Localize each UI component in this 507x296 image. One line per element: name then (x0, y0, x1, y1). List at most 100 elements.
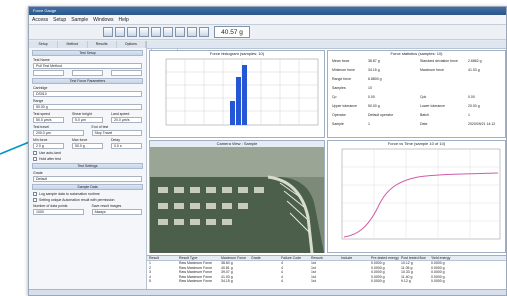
stat-value: 41.03 g (468, 68, 480, 72)
histogram-panel: Force histogram (samples: 10) (149, 50, 325, 138)
stat-label: Cpk (420, 95, 427, 99)
section-test-force[interactable]: Test Force Parameters (32, 78, 143, 84)
column-header[interactable]: Post tested flow (399, 256, 429, 260)
table-cell: 34.15 g (221, 279, 233, 283)
stat-label: Maximum force (420, 68, 444, 72)
column-header[interactable]: Include (339, 256, 369, 260)
menu-windows[interactable]: Windows (93, 15, 113, 25)
max-force-label: Max force (72, 138, 88, 142)
stat-label: Sample (332, 122, 344, 126)
section-test-settings[interactable]: Test Settings (32, 163, 143, 169)
menu-help[interactable]: Help (118, 15, 128, 25)
table-cell: 0.0000 g (431, 279, 445, 283)
tab-setup[interactable]: Setup (29, 41, 59, 48)
stat-label: Minimum force (332, 68, 355, 72)
status-bar (29, 289, 506, 295)
table-cell: 1st (311, 279, 316, 283)
table-icon[interactable] (163, 27, 173, 37)
table-cell (339, 279, 369, 284)
checkbox-box (33, 157, 37, 161)
column-header[interactable]: Pre-tested energy (369, 256, 399, 260)
section-test-setup[interactable]: Test Setup (32, 50, 143, 56)
delete-button[interactable] (111, 70, 142, 76)
stat-label: Samples (332, 86, 346, 90)
column-header[interactable]: Result Type (177, 256, 219, 260)
print-icon[interactable] (139, 27, 149, 37)
land-speed-label: Land speed (111, 112, 130, 116)
tab-method[interactable]: Method (58, 41, 88, 48)
column-header[interactable]: Maximum Force (219, 256, 249, 260)
table-row[interactable]: 5 Raw Maximum Force 34.15 g 4 1st 0.0000 g 9.1… (147, 279, 506, 284)
camera-icon[interactable] (175, 27, 185, 37)
histogram-bar (242, 65, 247, 125)
stat-value: 6.8800 g (368, 77, 382, 81)
table-cell: 9.12 g (401, 279, 411, 283)
stat-label: Batch (420, 113, 429, 117)
tab-results[interactable]: Results (88, 41, 117, 48)
column-header[interactable]: Rework (309, 256, 339, 260)
stat-value: 10 (368, 86, 372, 90)
setup-tabs: Setup Method Results Options (29, 41, 146, 48)
grade-select[interactable]: Default (33, 176, 142, 182)
stat-label: Cp (332, 95, 337, 99)
copy-button[interactable] (72, 70, 103, 76)
menu-bar: Access Setup Sample Windows Help (29, 15, 506, 25)
stat-value: 38.87 g (368, 59, 380, 63)
test-travel-label: Test travel (33, 125, 49, 129)
stat-label: Standard deviation force (420, 59, 458, 63)
help-icon[interactable] (199, 27, 209, 37)
stat-label: Range force (332, 77, 352, 81)
stat-value: 34.15 g (368, 68, 380, 72)
max-force-input[interactable]: 50.0 g (72, 143, 103, 149)
tab-options[interactable]: Options (117, 41, 146, 48)
table-cell: 0.0000 g (371, 279, 385, 283)
test-name-label: Test Name (33, 58, 50, 62)
hold-label: Hold after test (39, 157, 61, 161)
settings-icon[interactable] (187, 27, 197, 37)
table-cell: Raw Maximum Force (179, 279, 213, 283)
chart-icon[interactable] (151, 27, 161, 37)
auto-land-checkbox[interactable]: Use auto-land (33, 151, 146, 155)
new-icon[interactable] (103, 27, 113, 37)
cartridge-label: Cartridge (33, 86, 48, 90)
menu-setup[interactable]: Setup (53, 15, 66, 25)
camera-image (150, 147, 324, 254)
column-header[interactable]: Failure Code (279, 256, 309, 260)
column-header[interactable]: Result (147, 256, 177, 260)
add-button[interactable] (33, 70, 64, 76)
statistics-panel: Force statistics (samples: 10) Mean forc… (327, 50, 506, 138)
app-window: Force Gauge Access Setup Sample Windows … (28, 6, 507, 296)
save-images-label: Save result images (91, 204, 122, 208)
save-images-select[interactable]: Always (91, 209, 142, 215)
delay-input[interactable]: 0.0 s (111, 143, 142, 149)
hold-checkbox[interactable]: Hold after test (33, 157, 146, 161)
open-icon[interactable] (115, 27, 125, 37)
stat-value: Default operator (368, 113, 394, 117)
histogram-bar (230, 101, 235, 125)
setup-panel: Setup Method Results Options Test Setup … (29, 41, 147, 293)
table-body: 1 Raw Maximum Force 38.60 g 4 1st 0.0000 g 10.… (147, 261, 506, 284)
samples-label: Number of data points (33, 204, 68, 208)
test-speed-label: Test speed (33, 112, 50, 116)
auto-land-label: Use auto-land (39, 151, 61, 155)
column-header[interactable]: Grade (249, 256, 279, 260)
section-sample[interactable]: Sample Data (32, 184, 143, 190)
min-force-input[interactable]: 2.0 g (33, 143, 64, 149)
min-force-label: Min force (33, 138, 48, 142)
save-icon[interactable] (127, 27, 137, 37)
stat-value: 20.00 g (468, 104, 480, 108)
stat-label: Lower tolerance (420, 104, 445, 108)
grade-label: Grade (33, 171, 43, 175)
menu-sample[interactable]: Sample (71, 15, 88, 25)
stat-value: 50.00 g (368, 104, 380, 108)
cartridge-select[interactable]: DS010 (33, 91, 142, 97)
column-header[interactable]: Yield energy (429, 256, 459, 260)
log-checkbox[interactable]: Log sample data to automation runtime (33, 192, 146, 196)
stat-value: 1 (368, 122, 370, 126)
samples-input[interactable]: 1000 (33, 209, 84, 215)
force-readout: 40.57 g (214, 26, 250, 38)
stat-value: 2020/09/21 14:12 (468, 122, 496, 126)
stat-value: 2.6862 g (468, 59, 482, 63)
results-area: Overview Force histogram (samples: 10) (147, 41, 506, 293)
menu-access[interactable]: Access (32, 15, 48, 25)
